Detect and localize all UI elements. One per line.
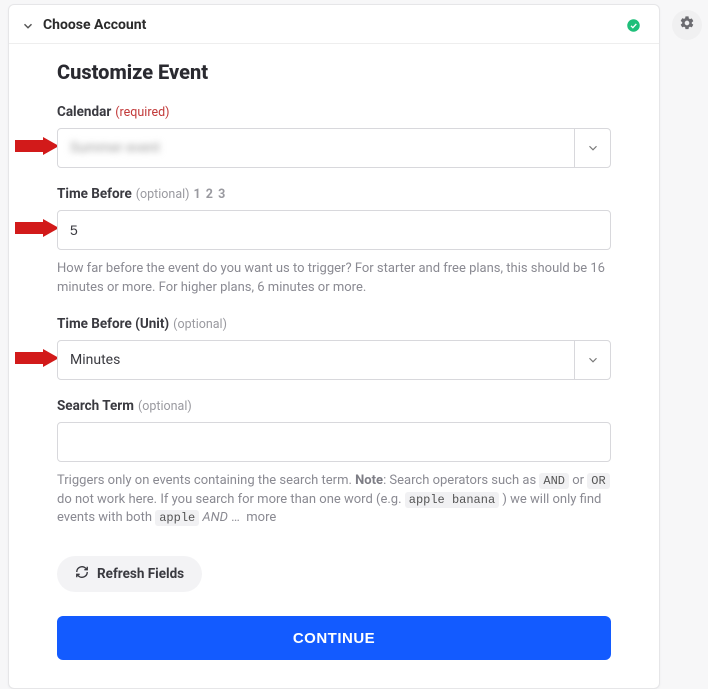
- optional-hint: (optional): [138, 399, 192, 414]
- time-before-input-wrap: [57, 210, 611, 250]
- settings-gear-button[interactable]: [672, 10, 702, 40]
- calendar-value: Summer event: [70, 140, 574, 156]
- field-search-term: Search Term(optional) Triggers only on e…: [57, 398, 611, 529]
- field-time-before-unit: Time Before (Unit)(optional) Minutes: [57, 316, 611, 380]
- annotation-arrow-icon: [15, 137, 59, 155]
- time-before-input[interactable]: [70, 211, 598, 249]
- choose-account-row[interactable]: Choose Account: [9, 5, 659, 44]
- refresh-label: Refresh Fields: [97, 566, 184, 582]
- search-term-input[interactable]: [70, 423, 598, 461]
- sample-hint: 1 2 3: [194, 187, 227, 202]
- time-before-label: Time Before(optional)1 2 3: [57, 186, 611, 202]
- gear-icon: [679, 15, 695, 35]
- optional-hint: (optional): [136, 187, 190, 202]
- check-circle-icon: [626, 18, 641, 33]
- time-before-unit-value: Minutes: [70, 352, 574, 368]
- more-link[interactable]: more: [246, 510, 276, 525]
- annotation-arrow-icon: [15, 219, 59, 237]
- field-time-before: Time Before(optional)1 2 3 How far befor…: [57, 186, 611, 298]
- chevron-down-icon: [574, 129, 610, 167]
- calendar-select[interactable]: Summer event: [57, 128, 611, 168]
- chevron-down-icon: [574, 341, 610, 379]
- event-config-panel: Choose Account Customize Event Calendar(…: [8, 4, 660, 689]
- time-before-help: How far before the event do you want us …: [57, 260, 611, 298]
- required-hint: (required): [115, 105, 169, 120]
- search-term-label: Search Term(optional): [57, 398, 611, 414]
- annotation-arrow-icon: [15, 349, 59, 367]
- choose-account-title: Choose Account: [43, 17, 626, 33]
- search-term-input-wrap: [57, 422, 611, 462]
- refresh-fields-button[interactable]: Refresh Fields: [57, 556, 202, 592]
- refresh-icon: [75, 565, 89, 583]
- time-before-unit-label: Time Before (Unit)(optional): [57, 316, 611, 332]
- section-title: Customize Event: [57, 60, 611, 84]
- time-before-unit-select[interactable]: Minutes: [57, 340, 611, 380]
- continue-button[interactable]: CONTINUE: [57, 616, 611, 660]
- calendar-label: Calendar(required): [57, 104, 611, 120]
- field-calendar: Calendar(required) Summer event: [57, 104, 611, 168]
- optional-hint: (optional): [173, 317, 227, 332]
- search-term-help: Triggers only on events containing the s…: [57, 472, 611, 529]
- chevron-down-icon: [21, 18, 35, 32]
